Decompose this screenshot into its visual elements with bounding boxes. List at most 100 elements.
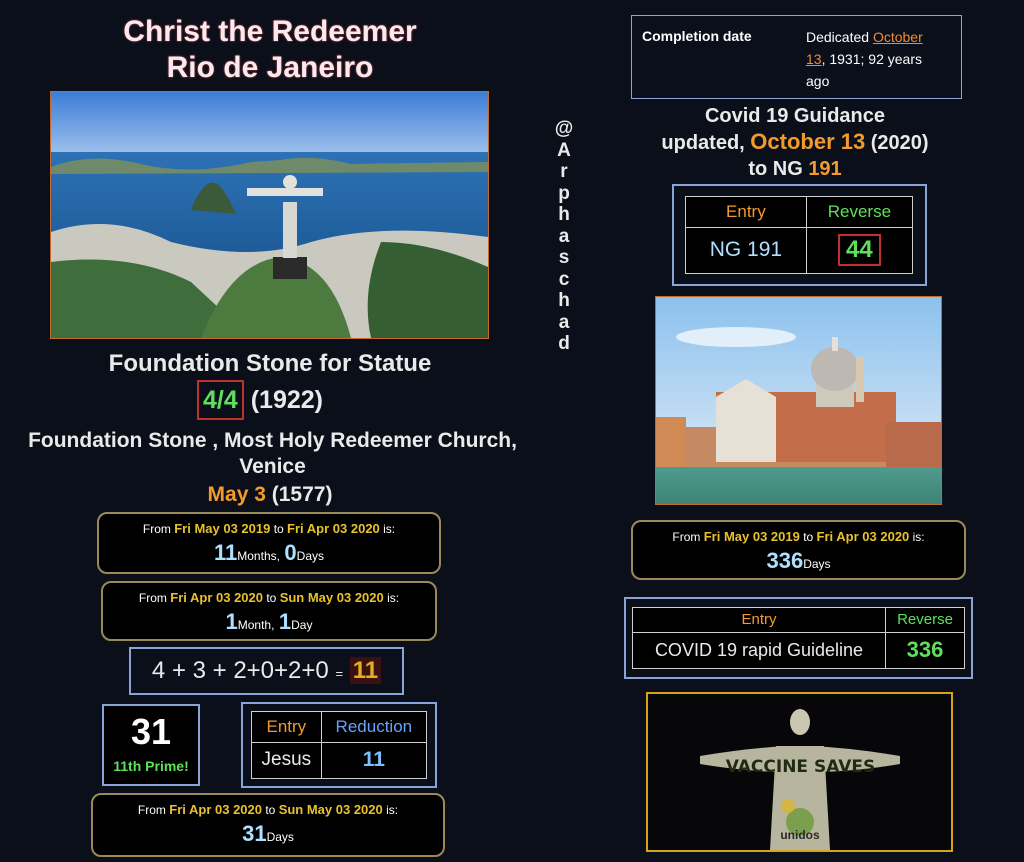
handle-char: A — [557, 139, 571, 161]
prime-number: 31 — [130, 711, 172, 752]
days-unit: Days — [803, 557, 831, 571]
ng191-reverse-table: Entry Reverse NG 191 44 — [685, 196, 914, 275]
covid-ng-number: 191 — [808, 158, 842, 180]
foundation-stone-heading: Foundation Stone for Statue — [108, 350, 432, 377]
days-value: 1 — [278, 609, 292, 634]
days-unit: Days — [266, 830, 294, 844]
table-header-entry: Entry — [632, 607, 886, 633]
start-date: Fri May 03 2019 — [703, 529, 800, 544]
is-label: is: — [383, 522, 396, 536]
vertical-handle-arphaschad: @ A r p h a s c h a d — [553, 118, 575, 355]
jesus-reduction-table-frame: Entry Reduction Jesus 11 — [241, 702, 437, 788]
title-line-1: Christ the Redeemer — [123, 15, 417, 48]
completion-date-label: Completion date — [642, 28, 752, 44]
start-date: Fri Apr 03 2020 — [170, 590, 263, 605]
table-header-reduction: Reduction — [320, 711, 428, 743]
end-date: Fri Apr 03 2020 — [287, 521, 380, 536]
table-cell-entry: COVID 19 rapid Guideline — [632, 631, 886, 670]
is-label: is: — [386, 803, 399, 817]
unidos-logo-text: unidos — [780, 828, 820, 842]
venice-heading-line-2: Venice — [239, 455, 306, 478]
handle-char: a — [558, 311, 570, 333]
completion-pre: Dedicated — [806, 29, 873, 45]
to-label: to — [265, 803, 276, 817]
days-value: 0 — [284, 540, 297, 565]
handle-char: p — [558, 182, 570, 204]
to-label: to — [273, 522, 284, 536]
equation-terms: 4 + 3 + 2+0+2+0 — [151, 657, 329, 684]
vaccine-saves-banner: VACCINE SAVES — [725, 757, 876, 777]
table-cell-reduction: 11 — [320, 741, 428, 780]
completion-date-value: Dedicated October 13, 1931; 92 years ago — [806, 26, 956, 92]
handle-char: s — [558, 247, 570, 268]
end-date: Fri Apr 03 2020 — [816, 529, 910, 544]
from-label: From — [138, 591, 167, 605]
covid-line-2-post: (2020) — [865, 132, 929, 154]
covid-rapid-guideline-table-frame: Entry Reverse COVID 19 rapid Guideline 3… — [624, 597, 973, 679]
start-date: Fri Apr 03 2020 — [169, 802, 262, 817]
foundation-year: (1922) — [250, 386, 323, 414]
table-cell-entry: Jesus — [251, 741, 322, 780]
venice-heading-line-1: Foundation Stone , Most Holy Redeemer Ch… — [28, 429, 517, 452]
foundation-date: 4/4 (1922) — [197, 380, 323, 420]
table-header-reverse: Reverse — [885, 607, 965, 633]
days-unit: Days — [296, 549, 324, 563]
date-difference-box-1: From Fri May 03 2019 to Fri Apr 03 2020 … — [97, 512, 441, 574]
covid-rapid-guideline-table: Entry Reverse COVID 19 rapid Guideline 3… — [632, 607, 965, 670]
venice-redentore-church-photo — [655, 296, 942, 505]
table-cell-reverse-wrap: 44 — [805, 226, 914, 275]
prime-label: 11th Prime! — [113, 758, 189, 774]
date-difference-box-3: From Fri Apr 03 2020 to Sun May 03 2020 … — [91, 793, 445, 857]
title-line-2: Rio de Janeiro — [166, 51, 374, 84]
completion-ago: ago — [806, 73, 830, 89]
handle-char: c — [558, 268, 570, 290]
table-header-entry: Entry — [251, 711, 322, 743]
table-header-reverse: Reverse — [805, 196, 914, 228]
venice-heading: Foundation Stone , Most Holy Redeemer Ch… — [0, 428, 545, 480]
days-value: 336 — [766, 548, 804, 573]
covid-date: October 13 — [750, 129, 866, 154]
to-label: to — [266, 591, 277, 605]
from-label: From — [137, 803, 166, 817]
handle-char: a — [558, 225, 570, 247]
table-cell-reverse: 336 — [885, 631, 965, 670]
date-difference-box-right: From Fri May 03 2019 to Fri Apr 03 2020 … — [631, 520, 966, 580]
start-date: Fri May 03 2019 — [174, 521, 271, 536]
completion-post: , 1931; 92 years — [821, 51, 922, 67]
equals-sign: = — [335, 666, 344, 681]
handle-char: h — [558, 290, 570, 311]
from-label: From — [142, 522, 171, 536]
venice-date: May 3 (1577) — [170, 483, 370, 507]
handle-char: @ — [554, 118, 574, 139]
end-date: Sun May 03 2020 — [279, 590, 384, 605]
venice-year: (1577) — [271, 483, 333, 506]
covid-guidance-heading: Covid 19 Guidance updated, October 13 (2… — [600, 103, 990, 182]
covid-line-3-pre: to NG — [748, 158, 809, 180]
christ-statue-vaccine-projection-photo: VACCINE SAVES unidos — [646, 692, 953, 852]
equation-result: 11 — [349, 657, 382, 684]
months-unit: Months, — [237, 549, 280, 563]
jesus-reduction-table: Entry Reduction Jesus 11 — [251, 711, 428, 780]
ng191-reverse-table-frame: Entry Reverse NG 191 44 — [672, 184, 927, 286]
day-13-link[interactable]: 13 — [806, 51, 822, 67]
is-label: is: — [387, 591, 400, 605]
months-value: 1 — [225, 609, 238, 634]
handle-char: r — [560, 161, 568, 182]
days-value: 31 — [242, 821, 267, 846]
digit-sum-equation: 4 + 3 + 2+0+2+0 = 11 — [129, 647, 404, 695]
page-title: Christ the Redeemer Rio de Janeiro — [60, 14, 480, 86]
to-label: to — [803, 530, 814, 544]
months-value: 11 — [214, 540, 238, 565]
handle-char: d — [558, 333, 570, 354]
october-link[interactable]: October — [873, 29, 923, 45]
completion-date-infobox: Completion date Dedicated October 13, 19… — [631, 15, 962, 99]
table-cell-entry: NG 191 — [685, 226, 807, 275]
table-cell-reverse: 44 — [838, 234, 881, 267]
months-unit: Month, — [237, 618, 275, 632]
covid-line-2-pre: updated, — [661, 132, 751, 154]
venice-date-highlight: May 3 — [207, 483, 266, 506]
rio-christ-redeemer-photo — [50, 91, 489, 339]
prime-number-box: 31 11th Prime! — [102, 704, 200, 786]
date-difference-box-2: From Fri Apr 03 2020 to Sun May 03 2020 … — [101, 581, 437, 641]
handle-char: h — [558, 204, 570, 225]
